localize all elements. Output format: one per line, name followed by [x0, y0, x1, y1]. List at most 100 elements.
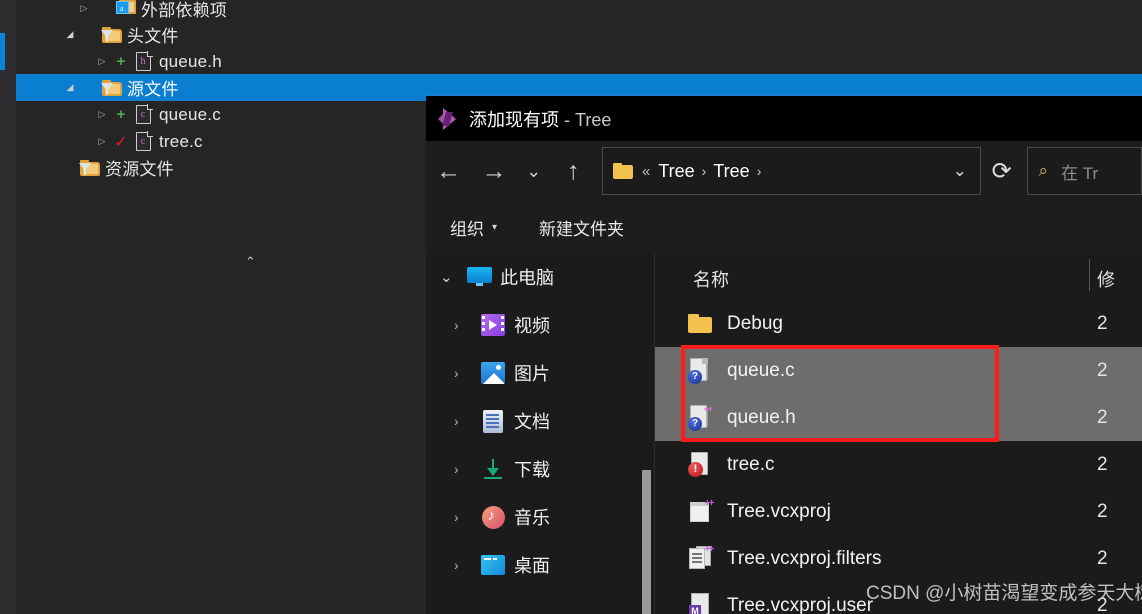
search-placeholder: 在 Tr: [1061, 163, 1099, 183]
filter-folder-icon: [100, 79, 124, 96]
column-header-modified[interactable]: 修改日期: [1097, 266, 1115, 292]
nav-item-label: 音乐: [514, 508, 550, 528]
chevron-down-icon[interactable]: ⌄: [440, 268, 466, 286]
tree-item-label: 资源文件: [105, 160, 174, 179]
search-icon: ⌕: [1038, 161, 1048, 180]
tree-item-resource-files[interactable]: 资源文件: [16, 154, 426, 181]
vs-left-gutter: [0, 0, 16, 614]
tree-item-label: tree.c: [159, 131, 203, 151]
chevron-right-icon[interactable]: ›: [454, 365, 480, 381]
navigation-pane[interactable]: ⌄ 此电脑 › 视频 › 图片 › 文档 › 下载 › ♪ 音乐 › 桌面: [426, 253, 655, 614]
nav-item-music[interactable]: › 音乐: [426, 493, 654, 541]
chevron-right-icon[interactable]: ›: [454, 317, 480, 333]
file-row-tree-vcxproj[interactable]: ++ Tree.vcxproj 2: [655, 488, 1142, 535]
nav-item-pictures[interactable]: › 图片: [426, 349, 654, 397]
dialog-body: ⌄ 此电脑 › 视频 › 图片 › 文档 › 下载 › ♪ 音乐 › 桌面 名称…: [426, 253, 1142, 614]
chevron-down-icon[interactable]: ◢: [62, 74, 78, 101]
nav-item-label: 视频: [514, 316, 550, 336]
c-source-file-icon: !: [687, 451, 713, 478]
forward-button[interactable]: →: [471, 148, 516, 194]
add-existing-item-dialog: 添加现有项 - Tree ← → ⌄ ↑ « Tree › Tree › ⌄ ⟳…: [426, 94, 1142, 614]
chevron-right-icon[interactable]: ›: [702, 163, 707, 179]
chevron-right-icon[interactable]: ▷: [94, 101, 110, 128]
refresh-icon[interactable]: ⟳: [981, 148, 1023, 194]
c-file-icon: c: [132, 131, 156, 152]
breadcrumb-item-2[interactable]: Tree: [713, 161, 749, 182]
nav-item-documents[interactable]: › 文档: [426, 397, 654, 445]
chevron-right-icon[interactable]: ›: [757, 163, 762, 179]
navigation-pane-scrollbar[interactable]: [642, 470, 651, 614]
dialog-toolbar: 组织 ▾ 新建文件夹: [426, 201, 1142, 253]
filter-folder-icon: [78, 159, 102, 176]
nav-item-label: 此电脑: [500, 268, 554, 288]
nav-item-this-pc[interactable]: ⌄ 此电脑: [426, 253, 654, 301]
search-input[interactable]: ⌕ 在 Tr: [1027, 147, 1142, 195]
videos-icon: [480, 314, 506, 336]
nav-item-desktop[interactable]: › 桌面: [426, 541, 654, 589]
vs-selection-accent-bar: [0, 33, 5, 70]
header-file-icon: h: [132, 51, 156, 72]
breadcrumb-overflow-icon[interactable]: «: [642, 163, 650, 180]
tree-item-external-dependencies[interactable]: ▷ a 外部依赖项: [16, 0, 426, 22]
chevron-right-icon[interactable]: ▷: [94, 48, 110, 75]
dialog-title-project: - Tree: [559, 109, 612, 130]
tree-item-header-files[interactable]: ◢ 头文件: [16, 21, 426, 48]
chevron-right-icon[interactable]: ▷: [76, 0, 92, 22]
watermark-text: CSDN @小树苗渴望变成参天大树: [866, 583, 1142, 604]
chevron-down-icon: ▾: [492, 221, 498, 233]
this-pc-icon: [466, 266, 492, 288]
filter-folder-icon: [100, 26, 124, 43]
nav-item-downloads[interactable]: › 下载: [426, 445, 654, 493]
folder-icon: [687, 311, 713, 337]
file-modified-date: 2: [1097, 312, 1108, 334]
back-button[interactable]: ←: [426, 148, 471, 194]
folder-icon: [612, 163, 633, 179]
chevron-right-icon[interactable]: ›: [454, 557, 480, 573]
screen-root: ▷ a 外部依赖项 ◢ 头文件 ▷ + h queue.h ◢ 源文件 ▷ + …: [0, 0, 1142, 614]
breadcrumb-item-1[interactable]: Tree: [658, 161, 694, 182]
file-modified-date: 2: [1097, 547, 1108, 569]
organize-button[interactable]: 组织 ▾: [450, 215, 497, 240]
pending-add-icon: +: [116, 106, 126, 123]
dialog-navigation-bar: ← → ⌄ ↑ « Tree › Tree › ⌄ ⟳ ⌕ 在 Tr: [426, 141, 1142, 201]
nav-item-videos[interactable]: › 视频: [426, 301, 654, 349]
file-row-tree-vcxproj-filters[interactable]: ++ Tree.vcxproj.filters 2: [655, 535, 1142, 582]
chevron-right-icon[interactable]: ▷: [94, 128, 110, 155]
file-list-pane[interactable]: 名称 修改日期 Debug 2 ? queue.c 2: [655, 253, 1142, 614]
file-row-queue-h[interactable]: ++? queue.h 2: [655, 394, 1142, 441]
up-button[interactable]: ↑: [551, 148, 596, 194]
file-name: Tree.vcxproj: [727, 500, 831, 522]
chevron-down-icon[interactable]: ⌄: [950, 161, 970, 181]
nav-item-label: 桌面: [514, 556, 550, 576]
file-modified-date: 2: [1097, 359, 1108, 381]
chevron-right-icon[interactable]: ›: [454, 413, 480, 429]
address-bar[interactable]: « Tree › Tree › ⌄: [601, 147, 981, 195]
external-dependencies-icon: a: [114, 0, 138, 17]
tree-item-queue-h[interactable]: ▷ + h queue.h: [16, 48, 426, 75]
file-name: Tree.vcxproj.filters: [727, 547, 882, 569]
tree-item-label: queue.c: [159, 104, 221, 124]
vcxproj-filters-icon: ++: [687, 544, 714, 572]
file-row-debug[interactable]: Debug 2: [655, 300, 1142, 347]
chevron-right-icon[interactable]: ›: [454, 461, 480, 477]
breadcrumb[interactable]: « Tree › Tree ›: [642, 161, 950, 182]
c-file-icon: c: [132, 104, 156, 125]
tree-item-label: 源文件: [127, 80, 179, 99]
file-row-tree-c[interactable]: ! tree.c 2: [655, 441, 1142, 488]
chevron-right-icon[interactable]: ›: [454, 509, 480, 525]
tree-item-queue-c[interactable]: ▷ + c queue.c: [16, 101, 426, 128]
chevron-down-icon[interactable]: ◢: [62, 21, 78, 48]
file-modified-date: 2: [1097, 500, 1108, 522]
file-row-queue-c[interactable]: ? queue.c 2: [655, 347, 1142, 394]
pictures-icon: [480, 362, 506, 384]
pending-add-icon: +: [116, 53, 126, 70]
checkmark-icon: ✓: [114, 133, 128, 151]
recent-locations-button[interactable]: ⌄: [517, 148, 551, 194]
dialog-title: 添加现有项 - Tree: [469, 106, 611, 132]
new-folder-button[interactable]: 新建文件夹: [539, 215, 624, 240]
column-divider: [1089, 259, 1090, 291]
tree-item-tree-c[interactable]: ▷ ✓ c tree.c: [16, 128, 426, 155]
organize-label: 组织: [450, 219, 484, 239]
column-header-name[interactable]: 名称: [655, 266, 729, 292]
tree-item-label: 外部依赖项: [141, 1, 227, 20]
